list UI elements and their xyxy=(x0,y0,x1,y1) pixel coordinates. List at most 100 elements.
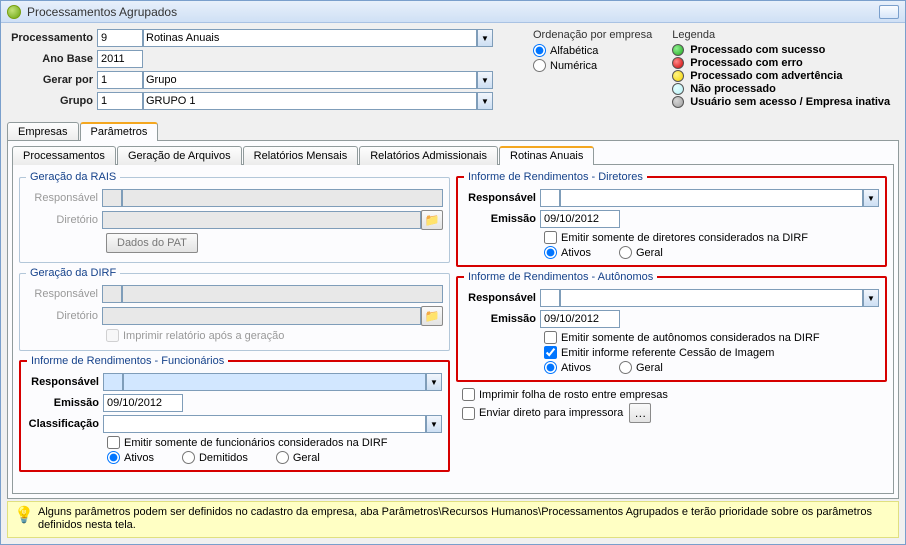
subtab-geracao-arquivos[interactable]: Geração de Arquivos xyxy=(117,146,242,165)
group-diretores: Informe de Rendimentos - Diretores Respo… xyxy=(456,171,887,267)
grupo-desc-combo[interactable] xyxy=(143,92,477,110)
subtab-relatorios-mensais[interactable]: Relatórios Mensais xyxy=(243,146,359,165)
legend-item: Processado com sucesso xyxy=(672,44,890,56)
rais-diretorio-input[interactable] xyxy=(102,211,421,229)
func-responsavel-combo[interactable] xyxy=(123,373,426,391)
chevron-down-icon[interactable]: ▼ xyxy=(477,71,493,89)
lightbulb-icon: 💡 xyxy=(14,506,34,526)
aut-responsavel-code[interactable] xyxy=(540,289,560,307)
processamento-label: Processamento xyxy=(9,32,97,44)
status-dot-icon xyxy=(672,44,684,56)
status-dot-icon xyxy=(672,96,684,108)
folha-rosto-checkbox[interactable] xyxy=(462,388,475,401)
ordenacao-alfabetica[interactable]: Alfabética xyxy=(533,44,652,57)
browse-folder-icon[interactable]: 📁 xyxy=(421,210,443,230)
gerar-por-num-input[interactable] xyxy=(97,71,143,89)
rais-legend: Geração da RAIS xyxy=(26,171,120,183)
sub-tabstrip: Processamentos Geração de Arquivos Relat… xyxy=(12,145,894,164)
dir-responsavel-code[interactable] xyxy=(540,189,560,207)
enviar-impressora-label: Enviar direto para impressora xyxy=(479,407,623,419)
folha-rosto-label: Imprimir folha de rosto entre empresas xyxy=(479,389,668,401)
dirf-imprimir-label: Imprimir relatório após a geração xyxy=(123,330,284,342)
ordenacao-numerica[interactable]: Numérica xyxy=(533,59,652,72)
enviar-impressora-checkbox[interactable] xyxy=(462,407,475,420)
chevron-down-icon[interactable]: ▼ xyxy=(863,289,879,307)
chevron-down-icon[interactable]: ▼ xyxy=(477,29,493,47)
dirf-responsavel-name[interactable] xyxy=(122,285,443,303)
dir-dirf-label: Emitir somente de diretores considerados… xyxy=(561,232,808,244)
dirf-diretorio-input[interactable] xyxy=(102,307,421,325)
rais-diretorio-label: Diretório xyxy=(26,214,102,226)
func-responsavel-label: Responsável xyxy=(27,376,103,388)
grupo-label: Grupo xyxy=(9,95,97,107)
ano-base-input[interactable] xyxy=(97,50,143,68)
func-class-combo[interactable] xyxy=(103,415,426,433)
subtab-processamentos[interactable]: Processamentos xyxy=(12,146,116,165)
legenda-group: Legenda Processado com sucesso Processad… xyxy=(672,29,890,113)
rais-responsavel-name[interactable] xyxy=(122,189,443,207)
ordenacao-group: Ordenação por empresa Alfabética Numéric… xyxy=(533,29,652,113)
dirf-responsavel-label: Responsável xyxy=(26,288,102,300)
dirf-diretorio-label: Diretório xyxy=(26,310,102,322)
dir-radio-ativos[interactable]: Ativos xyxy=(544,246,591,259)
legend-item: Processado com erro xyxy=(672,57,890,69)
maximize-button[interactable] xyxy=(879,5,899,19)
aut-responsavel-combo[interactable] xyxy=(560,289,863,307)
dirf-imprimir-checkbox[interactable] xyxy=(106,329,119,342)
func-responsavel-code[interactable] xyxy=(103,373,123,391)
aut-cessao-checkbox[interactable] xyxy=(544,346,557,359)
func-emissao-input[interactable] xyxy=(103,394,183,412)
main-tabstrip: Empresas Parâmetros xyxy=(7,121,899,140)
aut-emissao-input[interactable] xyxy=(540,310,620,328)
app-icon xyxy=(7,5,21,19)
dir-responsavel-label: Responsável xyxy=(464,192,540,204)
chevron-down-icon[interactable]: ▼ xyxy=(426,415,442,433)
dir-responsavel-combo[interactable] xyxy=(560,189,863,207)
subtab-relatorios-admissionais[interactable]: Relatórios Admissionais xyxy=(359,146,498,165)
dados-pat-button[interactable]: Dados do PAT xyxy=(106,233,198,253)
tab-parametros[interactable]: Parâmetros xyxy=(80,122,159,141)
dir-radio-geral[interactable]: Geral xyxy=(619,246,663,259)
aut-radio-geral[interactable]: Geral xyxy=(619,361,663,374)
dirf-responsavel-code[interactable] xyxy=(102,285,122,303)
func-radio-ativos[interactable]: Ativos xyxy=(107,451,154,464)
dir-emissao-input[interactable] xyxy=(540,210,620,228)
ordenacao-numerica-radio[interactable] xyxy=(533,59,546,72)
chevron-down-icon[interactable]: ▼ xyxy=(863,189,879,207)
group-autonomos: Informe de Rendimentos - Autônomos Respo… xyxy=(456,271,887,382)
ordenacao-title: Ordenação por empresa xyxy=(533,29,652,41)
grupo-num-input[interactable] xyxy=(97,92,143,110)
aut-radio-ativos[interactable]: Ativos xyxy=(544,361,591,374)
gerar-por-desc-combo[interactable] xyxy=(143,71,477,89)
aut-cessao-label: Emitir informe referente Cessão de Image… xyxy=(561,347,774,359)
ordenacao-alfabetica-radio[interactable] xyxy=(533,44,546,57)
legend-item: Usuário sem acesso / Empresa inativa xyxy=(672,96,890,108)
group-rais: Geração da RAIS Responsável Diretório 📁 xyxy=(19,171,450,263)
ano-base-label: Ano Base xyxy=(9,53,97,65)
diretores-legend: Informe de Rendimentos - Diretores xyxy=(464,171,647,183)
func-radio-geral[interactable]: Geral xyxy=(276,451,320,464)
rais-responsavel-label: Responsável xyxy=(26,192,102,204)
legend-item: Não processado xyxy=(672,83,890,95)
printer-config-button[interactable]: … xyxy=(629,403,651,423)
rais-responsavel-code[interactable] xyxy=(102,189,122,207)
browse-folder-icon[interactable]: 📁 xyxy=(421,306,443,326)
chevron-down-icon[interactable]: ▼ xyxy=(426,373,442,391)
func-class-label: Classificação xyxy=(27,418,103,430)
tab-empresas[interactable]: Empresas xyxy=(7,122,79,141)
aut-dirf-label: Emitir somente de autônomos considerados… xyxy=(561,332,820,344)
processamento-desc-combo[interactable] xyxy=(143,29,477,47)
dir-dirf-checkbox[interactable] xyxy=(544,231,557,244)
status-dot-icon xyxy=(672,70,684,82)
subtab-rotinas-anuais[interactable]: Rotinas Anuais xyxy=(499,146,594,165)
dir-emissao-label: Emissão xyxy=(464,213,540,225)
aut-emissao-label: Emissão xyxy=(464,313,540,325)
status-dot-icon xyxy=(672,83,684,95)
aut-dirf-checkbox[interactable] xyxy=(544,331,557,344)
aut-responsavel-label: Responsável xyxy=(464,292,540,304)
processamento-num-input[interactable] xyxy=(97,29,143,47)
func-dirf-checkbox[interactable] xyxy=(107,436,120,449)
status-dot-icon xyxy=(672,57,684,69)
func-radio-demitidos[interactable]: Demitidos xyxy=(182,451,248,464)
chevron-down-icon[interactable]: ▼ xyxy=(477,92,493,110)
